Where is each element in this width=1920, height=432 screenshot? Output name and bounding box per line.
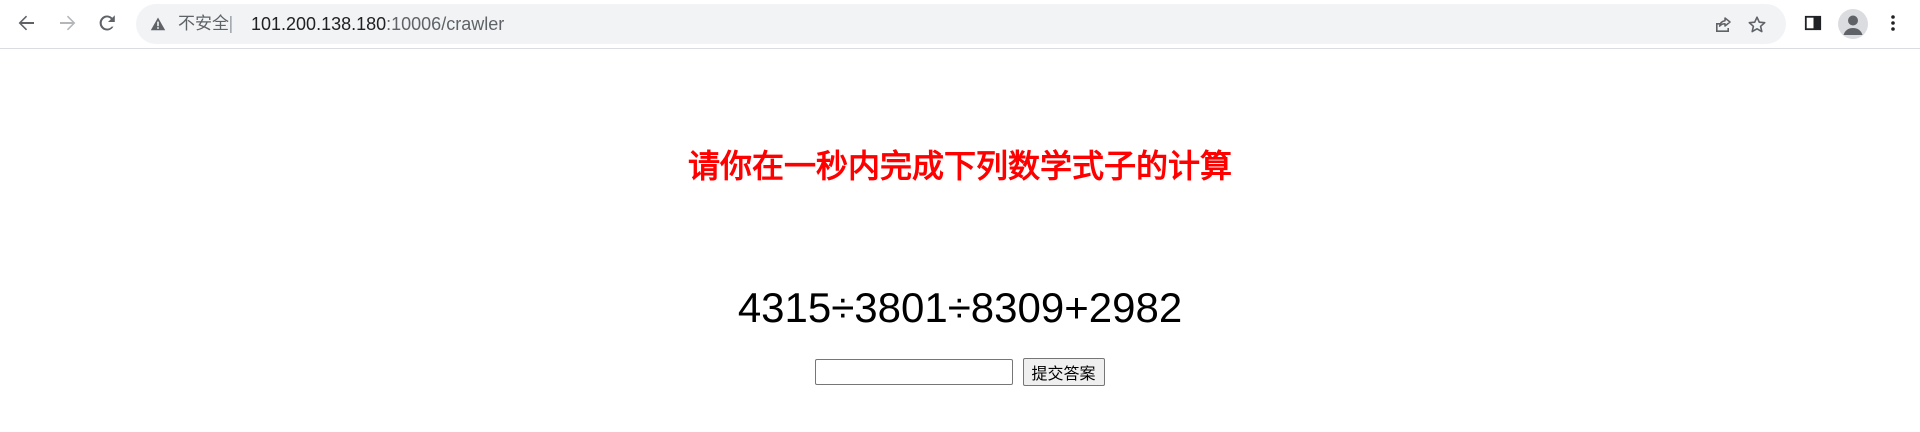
star-icon: [1748, 16, 1766, 33]
share-button[interactable]: [1712, 14, 1734, 36]
url-host: 101.200.138.180: [251, 14, 387, 34]
answer-form: 提交答案: [0, 358, 1920, 388]
profile-button[interactable]: [1838, 9, 1868, 39]
side-panel-button[interactable]: [1798, 8, 1828, 38]
back-button[interactable]: [12, 8, 42, 38]
reload-icon: [99, 15, 115, 31]
submit-answer-button[interactable]: 提交答案: [1022, 358, 1105, 386]
url-path: :10006/crawler: [386, 14, 505, 34]
url-text[interactable]: 101.200.138.180:10006/crawler: [251, 14, 504, 34]
page-heading: 请你在一秒内完成下列数学式子的计算: [687, 147, 1232, 185]
arrow-left-icon: [18, 15, 34, 31]
browser-toolbar: 不安全 | 101.200.138.180:10006/crawler: [0, 0, 1920, 49]
bookmark-button[interactable]: [1746, 14, 1768, 36]
address-bar[interactable]: 不安全 | 101.200.138.180:10006/crawler: [136, 4, 1786, 44]
math-expression: 4315÷3801÷8309+2982: [737, 284, 1183, 331]
side-panel-icon: [1804, 15, 1822, 31]
reload-button[interactable]: [92, 8, 122, 38]
profile-avatar-icon: [1843, 15, 1863, 35]
arrow-right-icon: [60, 15, 76, 31]
forward-button[interactable]: [52, 8, 82, 38]
answer-input[interactable]: [815, 359, 1014, 385]
share-icon: [1716, 17, 1731, 32]
browser-menu-button[interactable]: [1878, 8, 1908, 38]
kebab-menu-icon: [1891, 15, 1895, 31]
warning-triangle-icon: [150, 17, 166, 31]
security-separator: |: [228, 14, 234, 34]
security-status-label[interactable]: 不安全: [178, 14, 229, 34]
